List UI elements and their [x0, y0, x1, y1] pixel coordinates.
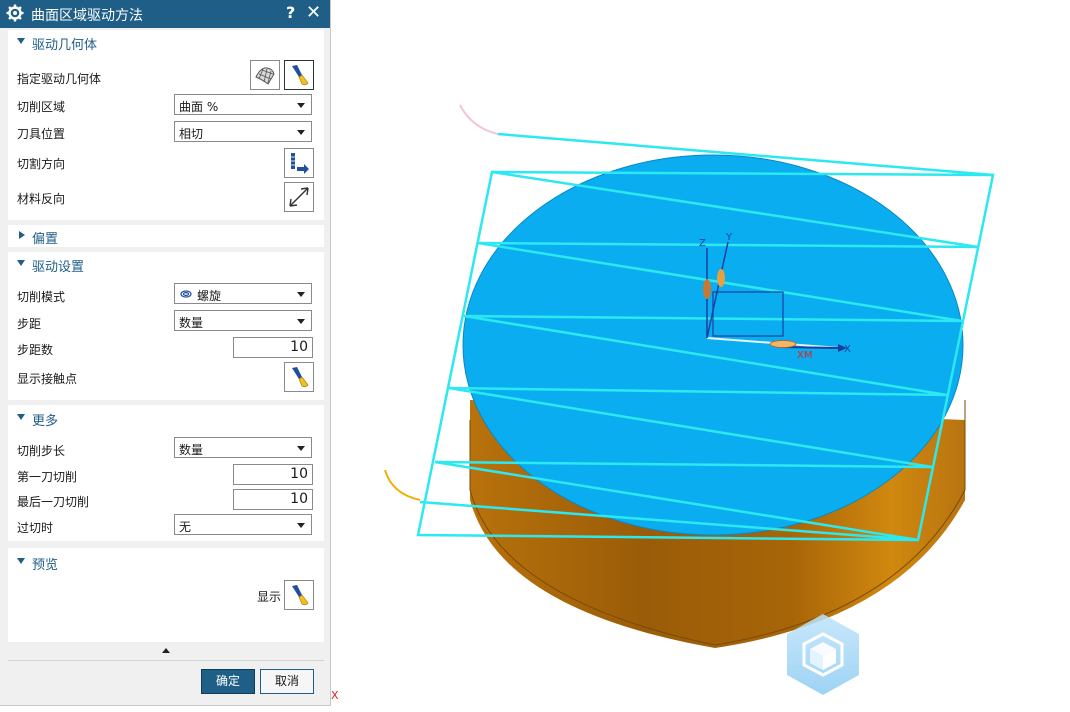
chevron-up-icon [162, 648, 170, 653]
cut-area-label: 切削区域 [17, 100, 66, 114]
chevron-down-icon [297, 319, 305, 324]
specify-drive-geometry-label: 指定驱动几何体 [17, 72, 102, 86]
preview-panel: 预览 显示 [8, 548, 324, 642]
last-cut-input[interactable]: 10 [233, 489, 313, 510]
offset-panel: 偏置 [8, 225, 324, 247]
stepover-value: 数量 [179, 316, 204, 330]
cut-mode-select[interactable]: 螺旋 [174, 283, 312, 304]
expand-arrow-icon [17, 260, 25, 266]
cut-area-select[interactable]: 曲面 % [174, 94, 312, 115]
graphics-viewport[interactable]: Z Y X XM X [331, 0, 1070, 709]
drive-geometry-group-header[interactable]: 驱动几何体 [8, 32, 324, 54]
flashlight-icon [292, 367, 309, 388]
gear-icon [6, 4, 24, 22]
select-surface-button[interactable] [250, 60, 280, 90]
collapsed-arrow-icon [19, 231, 25, 239]
stepover-select[interactable]: 数量 [174, 310, 312, 331]
overcut-label: 过切时 [17, 521, 54, 535]
overcut-value: 无 [179, 520, 192, 534]
step-count-input[interactable]: 10 [233, 337, 313, 358]
step-count-label: 步距数 [17, 343, 54, 357]
material-reverse-label: 材料反向 [17, 192, 66, 206]
axis-label-z: Z [699, 238, 706, 249]
drive-settings-panel: 驱动设置 切削模式 螺旋 步距 数量 步距数 10 显示接触点 [8, 252, 324, 400]
corner-mark: X [331, 689, 339, 702]
preview-show-label: 显示 [257, 590, 282, 604]
overcut-select[interactable]: 无 [174, 514, 312, 535]
reverse-arrows-icon [289, 187, 309, 207]
group-title: 驱动设置 [32, 260, 85, 275]
divider [8, 660, 324, 661]
flashlight-icon [292, 65, 309, 86]
close-button[interactable]: ✕ [306, 2, 321, 23]
group-title: 偏置 [32, 232, 59, 247]
tool-position-value: 相切 [179, 127, 204, 141]
model-canvas[interactable]: Z Y X XM X [331, 0, 1070, 709]
help-button[interactable]: ? [286, 3, 295, 22]
group-title: 预览 [32, 558, 59, 573]
material-reverse-button[interactable] [284, 182, 314, 212]
first-cut-input[interactable]: 10 [233, 464, 313, 485]
curve-yellow [384, 469, 421, 501]
expand-arrow-icon [17, 414, 25, 420]
more-group-header[interactable]: 更多 [8, 408, 324, 430]
cut-step-select[interactable]: 数量 [174, 437, 312, 458]
cut-mode-value: 螺旋 [197, 289, 222, 303]
show-contact-label: 显示接触点 [17, 372, 78, 386]
stepover-label: 步距 [17, 317, 42, 331]
group-title: 驱动几何体 [32, 38, 98, 53]
chevron-down-icon [297, 446, 305, 451]
preview-show-button[interactable] [284, 580, 314, 610]
cancel-button[interactable]: 取消 [260, 669, 314, 694]
tool-position-select[interactable]: 相切 [174, 121, 312, 142]
cut-step-label: 切削步长 [17, 444, 66, 458]
chevron-down-icon [297, 292, 305, 297]
expand-arrow-icon [17, 558, 25, 564]
cut-direction-button[interactable] [284, 148, 314, 178]
surface-grid-icon [255, 67, 275, 85]
collapse-dialog-button[interactable] [8, 644, 324, 658]
tool-position-label: 刀具位置 [17, 127, 66, 141]
expand-arrow-icon [17, 38, 25, 44]
display-geometry-button[interactable] [284, 60, 314, 90]
chevron-down-icon [297, 523, 305, 528]
axis-label-xm: XM [797, 350, 812, 361]
preview-group-header[interactable]: 预览 [8, 552, 324, 574]
flashlight-icon [292, 585, 309, 606]
cut-area-value: 曲面 % [179, 100, 219, 114]
drive-geometry-panel: 驱动几何体 指定驱动几何体 切削区域 曲面 % 刀具位置 相切 切割方向 材料反… [8, 30, 324, 220]
last-cut-label: 最后一刀切削 [17, 495, 90, 509]
direction-arrow-icon [291, 153, 309, 174]
group-title: 更多 [32, 414, 59, 429]
axis-label-x: X [844, 344, 851, 355]
cut-mode-label: 切削模式 [17, 290, 66, 304]
surface-area-drive-dialog: 曲面区域驱动方法 ? ✕ 驱动几何体 指定驱动几何体 切削区域 曲面 % 刀具位 [0, 0, 331, 706]
chevron-down-icon [297, 103, 305, 108]
curve-pink [459, 104, 499, 135]
cut-step-value: 数量 [179, 443, 204, 457]
drive-settings-group-header[interactable]: 驱动设置 [8, 254, 324, 276]
more-panel: 更多 切削步长 数量 第一刀切削 10 最后一刀切削 10 过切时 无 [8, 405, 324, 541]
offset-group-header[interactable]: 偏置 [8, 226, 324, 248]
ok-button[interactable]: 确定 [201, 669, 255, 694]
first-cut-label: 第一刀切削 [17, 470, 78, 484]
dialog-titlebar[interactable]: 曲面区域驱动方法 ? ✕ [0, 0, 330, 28]
spiral-icon [180, 290, 192, 298]
cut-direction-label: 切割方向 [17, 157, 66, 171]
dialog-title: 曲面区域驱动方法 [31, 8, 143, 24]
chevron-down-icon [297, 130, 305, 135]
show-contact-button[interactable] [284, 362, 314, 392]
axis-label-y: Y [725, 232, 733, 243]
